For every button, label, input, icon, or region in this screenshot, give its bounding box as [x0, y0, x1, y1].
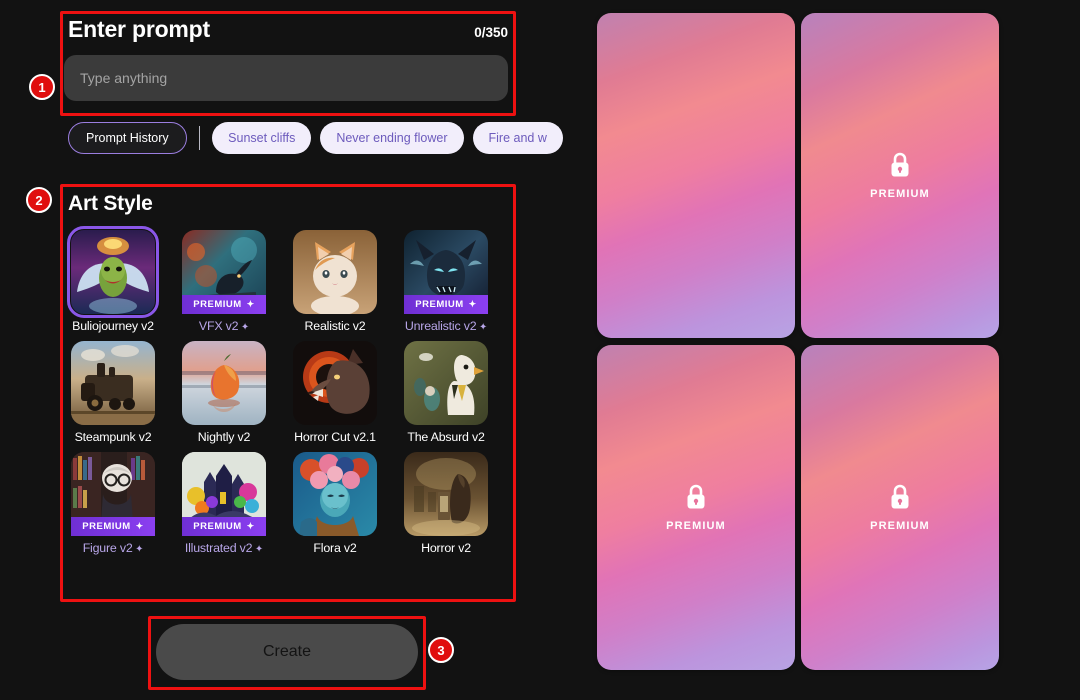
premium-badge: PREMIUM ✦: [404, 295, 488, 314]
art-style-thumbnail-wrap[interactable]: [293, 452, 377, 536]
art-style-thumbnail[interactable]: [71, 341, 155, 425]
sparkle-icon: ✦: [132, 544, 144, 555]
preview-card[interactable]: PREMIUM: [801, 345, 999, 670]
sparkle-icon: ✦: [468, 299, 477, 309]
art-style-grid: Buliojourney v2 PREMIUM ✦ VFX v2 ✦ Realist…: [64, 226, 512, 555]
suggestion-chip-never-ending-flower[interactable]: Never ending flower: [320, 122, 464, 154]
art-style-item[interactable]: Buliojourney v2: [67, 226, 159, 333]
premium-badge: PREMIUM ✦: [182, 295, 266, 314]
chip-divider: [198, 126, 201, 150]
prompt-input[interactable]: [64, 55, 508, 101]
art-style-thumbnail-selected[interactable]: [67, 226, 159, 318]
premium-badge-label: PREMIUM: [193, 521, 242, 532]
annotation-marker-3: 3: [428, 637, 454, 663]
lock-icon: [889, 152, 911, 178]
art-style-thumbnail-wrap[interactable]: PREMIUM ✦: [182, 452, 266, 536]
art-style-label: Horror Cut v2.1: [294, 430, 376, 444]
lock-icon: [685, 484, 707, 510]
sparkle-icon: ✦: [246, 521, 255, 531]
art-style-item[interactable]: Steampunk v2: [68, 341, 158, 444]
art-style-thumbnail-wrap[interactable]: [67, 226, 159, 318]
art-style-item[interactable]: Flora v2: [290, 452, 380, 555]
art-style-label: Unrealistic v2 ✦: [404, 319, 488, 333]
art-style-thumbnail-wrap[interactable]: [71, 341, 155, 425]
art-style-item[interactable]: PREMIUM ✦ Illustrated v2 ✦: [179, 452, 269, 555]
art-style-item[interactable]: PREMIUM ✦ Figure v2 ✦: [68, 452, 158, 555]
preview-card-grid: PREMIUM PREMIUM PREMIUM: [597, 13, 999, 670]
art-style-thumbnail-wrap[interactable]: [404, 341, 488, 425]
art-style-label: Nightly v2: [197, 430, 251, 444]
art-style-thumbnail[interactable]: [293, 452, 377, 536]
preview-premium-label: PREMIUM: [870, 187, 930, 200]
prompt-title: Enter prompt: [68, 16, 210, 42]
art-style-thumbnail-wrap[interactable]: [293, 230, 377, 314]
app-screen: Enter prompt 0/350 Prompt History Sunset…: [0, 0, 1080, 700]
sparkle-icon: ✦: [135, 521, 144, 531]
art-style-thumbnail-wrap[interactable]: [293, 341, 377, 425]
art-style-thumbnail[interactable]: [293, 341, 377, 425]
art-style-thumbnail[interactable]: [404, 341, 488, 425]
art-style-thumbnail-wrap[interactable]: PREMIUM ✦: [71, 452, 155, 536]
create-button[interactable]: Create: [156, 624, 418, 680]
premium-badge-label: PREMIUM: [193, 299, 242, 310]
premium-badge-label: PREMIUM: [82, 521, 131, 532]
art-style-thumbnail-wrap[interactable]: [182, 341, 266, 425]
prompt-history-row: Prompt History Sunset cliffs Never endin…: [68, 122, 572, 154]
lock-icon: [889, 484, 911, 510]
art-style-item[interactable]: PREMIUM ✦ VFX v2 ✦: [179, 230, 269, 333]
sparkle-icon: ✦: [252, 544, 264, 555]
art-style-label: Illustrated v2 ✦: [184, 541, 264, 555]
prompt-history-label: Prompt History: [86, 131, 169, 145]
preview-premium-label: PREMIUM: [870, 519, 930, 532]
preview-card[interactable]: PREMIUM: [597, 345, 795, 670]
art-style-title: Art Style: [68, 192, 153, 215]
art-style-thumbnail-wrap[interactable]: PREMIUM ✦: [404, 230, 488, 314]
preview-panel: PREMIUM PREMIUM PREMIUM: [560, 0, 1080, 700]
prompt-header: Enter prompt 0/350: [64, 14, 512, 43]
art-style-label: Figure v2 ✦: [82, 541, 144, 555]
preview-header: [560, 0, 1080, 6]
art-style-section: Art Style Buliojourney v2 PREMIUM ✦ VFX v2…: [64, 186, 512, 604]
art-style-thumbnail-wrap[interactable]: [404, 452, 488, 536]
create-button-wrap: Create: [156, 624, 418, 680]
suggestion-chip-fire-and-w[interactable]: Fire and w: [472, 122, 563, 154]
art-style-label: Horror v2: [421, 541, 471, 555]
art-style-item[interactable]: Horror Cut v2.1: [290, 341, 380, 444]
art-style-label: Buliojourney v2: [72, 319, 154, 333]
art-style-label: Flora v2: [313, 541, 357, 555]
prompt-history-button[interactable]: Prompt History: [68, 122, 187, 154]
art-style-item[interactable]: The Absurd v2: [401, 341, 491, 444]
annotation-marker-1: 1: [29, 74, 55, 100]
suggestion-chip-label: Never ending flower: [336, 131, 448, 145]
preview-card[interactable]: [597, 13, 795, 338]
art-style-thumbnail[interactable]: [404, 452, 488, 536]
premium-badge: PREMIUM ✦: [71, 517, 155, 536]
preview-card[interactable]: PREMIUM: [801, 13, 999, 338]
suggestion-chip-sunset-cliffs[interactable]: Sunset cliffs: [212, 122, 312, 154]
sparkle-icon: ✦: [246, 299, 255, 309]
character-counter: 0/350: [474, 25, 508, 40]
art-style-item[interactable]: PREMIUM ✦ Unrealistic v2 ✦: [401, 230, 491, 333]
art-style-label: VFX v2 ✦: [198, 319, 250, 333]
premium-badge-label: PREMIUM: [415, 299, 464, 310]
art-style-label: Steampunk v2: [74, 430, 152, 444]
art-style-item[interactable]: Horror v2: [401, 452, 491, 555]
suggestion-chip-label: Sunset cliffs: [228, 131, 296, 145]
premium-badge: PREMIUM ✦: [182, 517, 266, 536]
art-style-item[interactable]: Realistic v2: [290, 230, 380, 333]
annotation-marker-2: 2: [26, 187, 52, 213]
art-style-thumbnail[interactable]: [182, 341, 266, 425]
suggestion-chip-label: Fire and w: [488, 131, 547, 145]
art-style-label: The Absurd v2: [407, 430, 485, 444]
preview-premium-label: PREMIUM: [666, 519, 726, 532]
art-style-thumbnail[interactable]: [293, 230, 377, 314]
art-style-thumbnail-wrap[interactable]: PREMIUM ✦: [182, 230, 266, 314]
sparkle-icon: ✦: [476, 322, 488, 333]
prompt-section: Enter prompt 0/350: [64, 14, 512, 112]
sparkle-icon: ✦: [238, 322, 250, 333]
art-style-item[interactable]: Nightly v2: [179, 341, 269, 444]
generation-controls-panel: Enter prompt 0/350 Prompt History Sunset…: [0, 0, 563, 700]
art-style-label: Realistic v2: [304, 319, 366, 333]
